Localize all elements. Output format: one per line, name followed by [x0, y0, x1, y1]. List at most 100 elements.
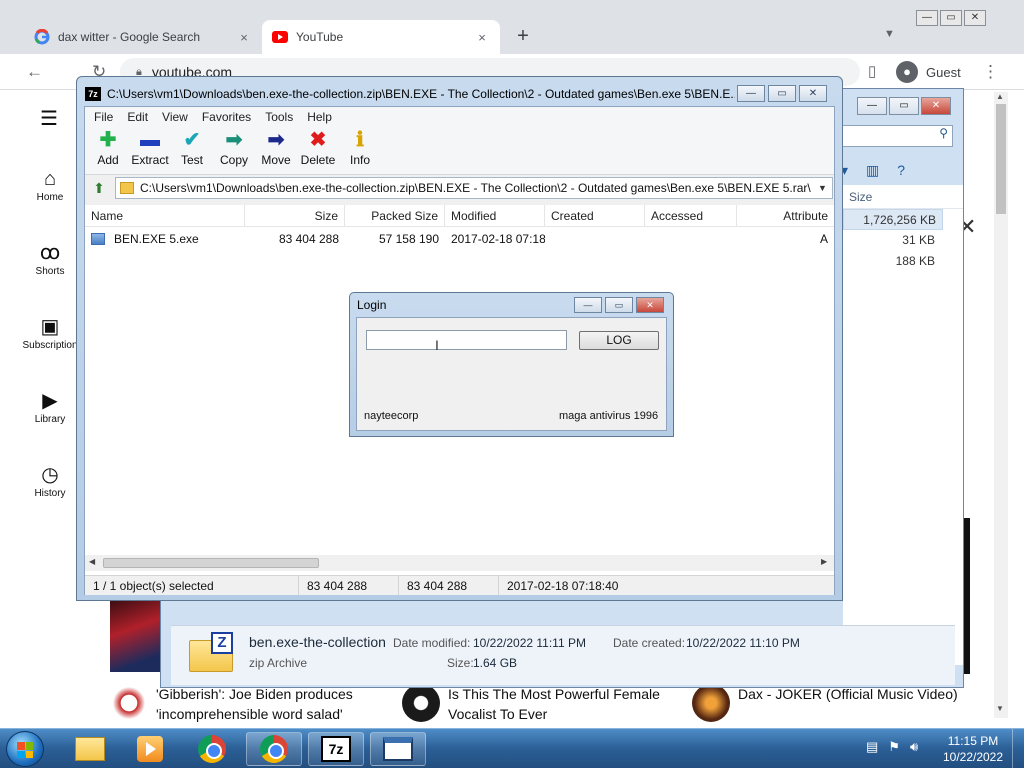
column-header-attributes[interactable]: Attribute — [737, 205, 834, 226]
close-button[interactable]: ✕ — [921, 97, 951, 115]
close-button[interactable]: ✕ — [964, 10, 986, 26]
hamburger-menu-icon[interactable]: ☰ — [40, 106, 58, 131]
help-icon[interactable]: ? — [897, 162, 905, 178]
minimize-button[interactable]: — — [916, 10, 938, 26]
maximize-button[interactable]: ▭ — [889, 97, 919, 115]
chevron-down-icon[interactable]: ▼ — [818, 183, 832, 193]
scroll-right-icon[interactable]: ▶ — [821, 557, 827, 566]
show-desktop-button[interactable] — [1012, 729, 1024, 768]
column-header-size[interactable]: Size — [245, 205, 345, 226]
maximize-button[interactable]: ▭ — [940, 10, 962, 26]
menu-favorites[interactable]: Favorites — [195, 107, 258, 127]
video-card[interactable]: Is This The Most Powerful Female Vocalis… — [402, 684, 668, 724]
taskbar-media-player[interactable] — [122, 732, 178, 766]
menu-file[interactable]: File — [87, 107, 120, 127]
action-center-flag-icon[interactable]: ⚑ — [888, 739, 900, 755]
list-item-size[interactable]: 188 KB — [843, 251, 963, 272]
table-row[interactable]: BEN.EXE 5.exe 83 404 288 57 158 190 2017… — [85, 229, 834, 249]
preview-pane-icon[interactable]: ▥ — [866, 162, 879, 179]
avatar-icon: ● — [896, 61, 918, 83]
copy-button[interactable]: ➡ Copy — [213, 127, 255, 174]
sevenzip-logo-icon: 7z — [85, 87, 101, 101]
side-panel-icon[interactable]: ▯ — [868, 62, 876, 80]
scroll-down-icon[interactable]: ▼ — [996, 704, 1004, 713]
tab-close-icon[interactable]: × — [474, 30, 490, 45]
cell-modified: 2017-02-18 07:18 — [451, 232, 545, 246]
scroll-left-icon[interactable]: ◀ — [89, 557, 95, 566]
video-title[interactable]: Is This The Most Powerful Female Vocalis… — [448, 684, 668, 724]
clock[interactable]: 11:15 PM 10/22/2022 — [940, 733, 1006, 765]
new-tab-button[interactable]: + — [512, 26, 534, 48]
path-input[interactable]: C:\Users\vm1\Downloads\ben.exe-the-colle… — [115, 177, 833, 199]
network-icon[interactable]: ▤ — [866, 739, 878, 755]
youtube-icon — [272, 29, 288, 45]
minimize-button[interactable]: — — [574, 297, 602, 313]
column-header-name[interactable]: Name — [85, 205, 245, 226]
menu-view[interactable]: View — [155, 107, 195, 127]
tab-search-chevron-icon[interactable]: ▼ — [884, 28, 895, 40]
path-bar: ⬆ C:\Users\vm1\Downloads\ben.exe-the-col… — [85, 175, 834, 201]
back-arrow-icon[interactable]: ← — [26, 62, 43, 82]
tab-close-icon[interactable]: × — [236, 30, 252, 45]
video-thumbnail[interactable] — [110, 600, 164, 672]
tab-youtube[interactable]: YouTube × — [262, 20, 500, 54]
column-header-created[interactable]: Created — [545, 205, 645, 226]
channel-avatar[interactable] — [692, 684, 730, 722]
list-item-size[interactable]: 1,726,256 KB — [843, 209, 943, 230]
scroll-up-icon[interactable]: ▲ — [996, 92, 1004, 101]
dialog-body: I LOG nayteecorp maga antivirus 1996 — [356, 317, 667, 431]
taskbar-chrome-1[interactable] — [184, 732, 240, 766]
page-scrollbar[interactable]: ▲ ▼ — [994, 92, 1008, 718]
video-title[interactable]: Dax - JOKER (Official Music Video) — [738, 684, 958, 722]
extract-button[interactable]: ▬ Extract — [129, 127, 171, 174]
details-created-label: Date created: — [613, 636, 686, 650]
info-button[interactable]: ℹ Info — [339, 127, 381, 174]
menu-kebab-icon[interactable]: ⋮ — [982, 62, 999, 82]
search-input[interactable]: ⚲ — [841, 125, 953, 147]
delete-button[interactable]: ✖ Delete — [297, 127, 339, 174]
tab-google-search[interactable]: dax witter - Google Search × — [24, 20, 262, 54]
menu-tools[interactable]: Tools — [258, 107, 300, 127]
profile-button[interactable]: ● Guest — [896, 58, 961, 86]
column-header-packed-size[interactable]: Packed Size — [345, 205, 445, 226]
test-button[interactable]: ✔ Test — [171, 127, 213, 174]
log-button[interactable]: LOG — [579, 331, 659, 350]
close-button[interactable]: ✕ — [636, 297, 664, 313]
close-button[interactable]: ✕ — [799, 85, 827, 102]
minimize-button[interactable]: — — [737, 85, 765, 102]
column-header-accessed[interactable]: Accessed — [645, 205, 737, 226]
list-item-size[interactable]: 31 KB — [843, 230, 963, 251]
file-name: BEN.EXE 5.exe — [114, 232, 199, 246]
channel-avatar[interactable] — [402, 684, 440, 722]
start-button[interactable] — [6, 731, 44, 767]
menu-help[interactable]: Help — [300, 107, 339, 127]
minimize-button[interactable]: — — [857, 97, 887, 115]
details-size-label: Size: — [447, 656, 474, 670]
login-input[interactable] — [366, 330, 567, 350]
taskbar-explorer[interactable] — [62, 732, 118, 766]
taskbar-chrome-2[interactable] — [246, 732, 302, 766]
google-g-icon — [34, 29, 50, 45]
volume-icon[interactable]: 🔊︎ — [910, 739, 918, 755]
folder-up-icon[interactable]: ⬆ — [89, 178, 109, 198]
taskbar-7zip[interactable]: 7z — [308, 732, 364, 766]
window-title-bar[interactable]: 7z C:\Users\vm1\Downloads\ben.exe-the-co… — [85, 85, 735, 103]
horizontal-scrollbar[interactable]: ◀ ▶ — [85, 555, 834, 571]
channel-avatar[interactable] — [110, 684, 148, 722]
move-button[interactable]: ➡ Move — [255, 127, 297, 174]
scrollbar-thumb[interactable] — [103, 558, 319, 568]
maximize-button[interactable]: ▭ — [768, 85, 796, 102]
add-icon: ✚ — [99, 129, 117, 151]
details-created-value: 10/22/2022 11:10 PM — [686, 636, 800, 650]
video-card[interactable]: 'Gibberish': Joe Biden produces 'incompr… — [110, 684, 376, 724]
window-title: C:\Users\vm1\Downloads\ben.exe-the-colle… — [107, 87, 735, 101]
menu-edit[interactable]: Edit — [120, 107, 155, 127]
column-header-modified[interactable]: Modified — [445, 205, 545, 226]
add-button[interactable]: ✚ Add — [87, 127, 129, 174]
video-card[interactable]: Dax - JOKER (Official Music Video) — [692, 684, 958, 722]
maximize-button[interactable]: ▭ — [605, 297, 633, 313]
column-header-size[interactable]: Size — [843, 185, 963, 209]
scrollbar-thumb[interactable] — [996, 104, 1006, 214]
taskbar-login-window[interactable] — [370, 732, 426, 766]
video-title[interactable]: 'Gibberish': Joe Biden produces 'incompr… — [156, 684, 376, 724]
